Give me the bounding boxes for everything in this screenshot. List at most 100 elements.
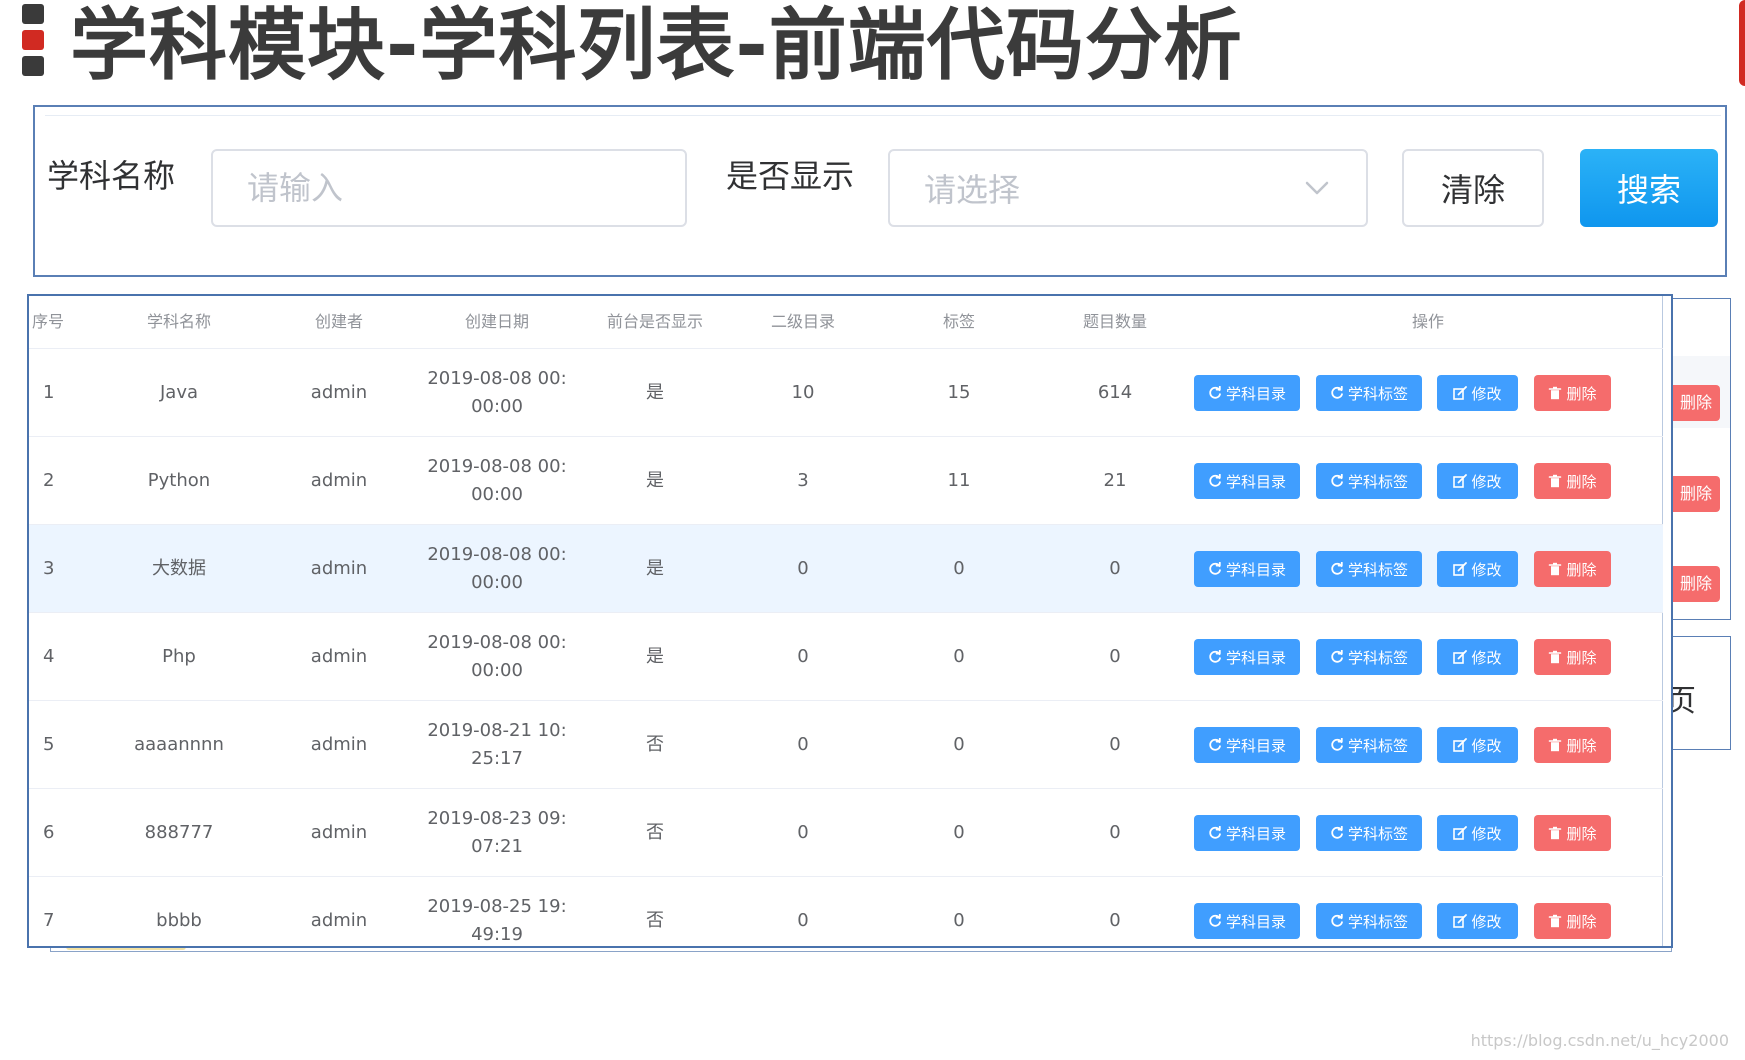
header-actions: 操作	[1411, 312, 1444, 331]
subject-catalog-button[interactable]: 学科目录	[1194, 815, 1300, 851]
header-catalog-count: 二级目录	[770, 312, 835, 331]
subject-tags-button[interactable]: 学科标签	[1316, 463, 1422, 499]
created-date-line2: 49:19	[471, 924, 523, 945]
created-date-line2: 07:21	[471, 836, 523, 857]
delete-label: 删除	[1566, 560, 1597, 579]
cell-catalog-count: 0	[797, 734, 809, 755]
refresh-icon	[1209, 914, 1221, 927]
header-tag-count: 标签	[942, 312, 975, 331]
cell-subject-name: Php	[162, 646, 196, 667]
subject-tags-button[interactable]: 学科标签	[1316, 903, 1422, 939]
created-date-line1: 2019-08-25 19:	[427, 896, 567, 917]
cell-creator: admin	[310, 470, 368, 491]
trash-icon	[1549, 650, 1562, 664]
clear-button[interactable]: 清除	[1402, 149, 1544, 227]
cell-created-date: 2019-08-08 00: 00:00	[409, 613, 585, 701]
edit-button[interactable]: 修改	[1437, 463, 1518, 499]
trash-icon	[1549, 826, 1562, 840]
subject-catalog-button[interactable]: 学科目录	[1194, 727, 1300, 763]
title-bullet-icon	[22, 4, 44, 76]
watermark: https://blog.csdn.net/u_hcy2000	[1470, 1031, 1729, 1050]
subject-name-input[interactable]	[211, 149, 687, 227]
trash-icon	[1549, 474, 1562, 488]
subject-tags-label: 学科标签	[1347, 824, 1408, 843]
subject-catalog-button[interactable]: 学科目录	[1194, 903, 1300, 939]
cell-subject-name: aaaannnn	[134, 734, 224, 755]
cell-subject-name: 888777	[144, 822, 214, 843]
subject-catalog-label: 学科目录	[1225, 560, 1286, 579]
cell-created-date: 2019-08-08 00: 00:00	[409, 437, 585, 525]
table-row: 5 aaaannnn admin 2019-08-21 10: 25:17 否 …	[29, 701, 1663, 789]
cell-question-count: 0	[1109, 558, 1121, 579]
show-status-select[interactable]: 请选择	[888, 149, 1368, 227]
cell-question-count: 614	[1097, 382, 1133, 403]
cell-subject-name: Python	[147, 470, 211, 491]
cell-tag-count: 0	[953, 558, 965, 579]
cell-tag-count: 0	[953, 734, 965, 755]
edit-button[interactable]: 修改	[1437, 551, 1518, 587]
refresh-icon	[1331, 562, 1343, 575]
cell-index: 1	[43, 382, 55, 403]
cell-catalog-count: 3	[797, 470, 809, 491]
delete-label: 删除	[1566, 824, 1597, 843]
cell-catalog-count: 0	[797, 558, 809, 579]
cell-creator: admin	[310, 734, 368, 755]
delete-button[interactable]: 删除	[1534, 639, 1611, 675]
created-date-line2: 00:00	[471, 396, 523, 417]
subject-catalog-button[interactable]: 学科目录	[1194, 639, 1300, 675]
cell-frontend-visible: 是	[646, 558, 664, 579]
subject-tags-button[interactable]: 学科标签	[1316, 639, 1422, 675]
refresh-icon	[1209, 738, 1221, 751]
subject-tags-label: 学科标签	[1347, 736, 1408, 755]
cell-question-count: 0	[1109, 646, 1121, 667]
delete-label: 删除	[1566, 648, 1597, 667]
edit-label: 修改	[1471, 384, 1502, 403]
edit-icon	[1453, 914, 1468, 928]
trash-icon	[1549, 386, 1562, 400]
created-date-line1: 2019-08-08 00:	[427, 544, 567, 565]
subject-tags-button[interactable]: 学科标签	[1316, 551, 1422, 587]
header-frontend-visible: 前台是否显示	[606, 312, 703, 331]
table-row: 3 大数据 admin 2019-08-08 00: 00:00 是 0 0 0…	[29, 525, 1663, 613]
cell-creator: admin	[310, 822, 368, 843]
edit-button[interactable]: 修改	[1437, 903, 1518, 939]
refresh-icon	[1209, 386, 1221, 399]
edit-icon	[1453, 650, 1468, 664]
created-date-line2: 00:00	[471, 484, 523, 505]
background-delete-button: 删除	[1670, 566, 1720, 602]
cell-index: 6	[43, 822, 55, 843]
cell-tag-count: 11	[947, 470, 971, 491]
subject-catalog-button[interactable]: 学科目录	[1194, 375, 1300, 411]
created-date-line1: 2019-08-08 00:	[427, 456, 567, 477]
subject-tags-label: 学科标签	[1347, 912, 1408, 931]
subject-tags-button[interactable]: 学科标签	[1316, 727, 1422, 763]
subject-tags-button[interactable]: 学科标签	[1316, 815, 1422, 851]
search-button[interactable]: 搜索	[1580, 149, 1718, 227]
chevron-down-icon	[1305, 181, 1329, 195]
delete-button[interactable]: 删除	[1534, 463, 1611, 499]
cell-tag-count: 0	[953, 822, 965, 843]
subject-catalog-button[interactable]: 学科目录	[1194, 463, 1300, 499]
delete-button[interactable]: 删除	[1534, 551, 1611, 587]
edit-button[interactable]: 修改	[1437, 815, 1518, 851]
corner-accent	[1739, 0, 1745, 86]
edit-icon	[1453, 474, 1468, 488]
background-delete-button: 删除	[1670, 385, 1720, 421]
subject-catalog-button[interactable]: 学科目录	[1194, 551, 1300, 587]
edit-button[interactable]: 修改	[1437, 639, 1518, 675]
cell-creator: admin	[310, 558, 368, 579]
subject-tags-button[interactable]: 学科标签	[1316, 375, 1422, 411]
cell-catalog-count: 0	[797, 910, 809, 931]
edit-label: 修改	[1471, 648, 1502, 667]
delete-button[interactable]: 删除	[1534, 815, 1611, 851]
delete-button[interactable]: 删除	[1534, 727, 1611, 763]
edit-button[interactable]: 修改	[1437, 375, 1518, 411]
delete-button[interactable]: 删除	[1534, 375, 1611, 411]
delete-button[interactable]: 删除	[1534, 903, 1611, 939]
search-panel: 学科名称 是否显示 请选择 清除 搜索	[33, 105, 1727, 277]
subject-tags-label: 学科标签	[1347, 560, 1408, 579]
subject-tags-label: 学科标签	[1347, 472, 1408, 491]
slide-title: 学科模块-学科列表-前端代码分析	[70, 1, 1243, 91]
subject-table: 序号 学科名称 创建者 创建日期 前台是否显示 二级目录 标签 题目数量 操作 …	[27, 294, 1673, 948]
edit-button[interactable]: 修改	[1437, 727, 1518, 763]
